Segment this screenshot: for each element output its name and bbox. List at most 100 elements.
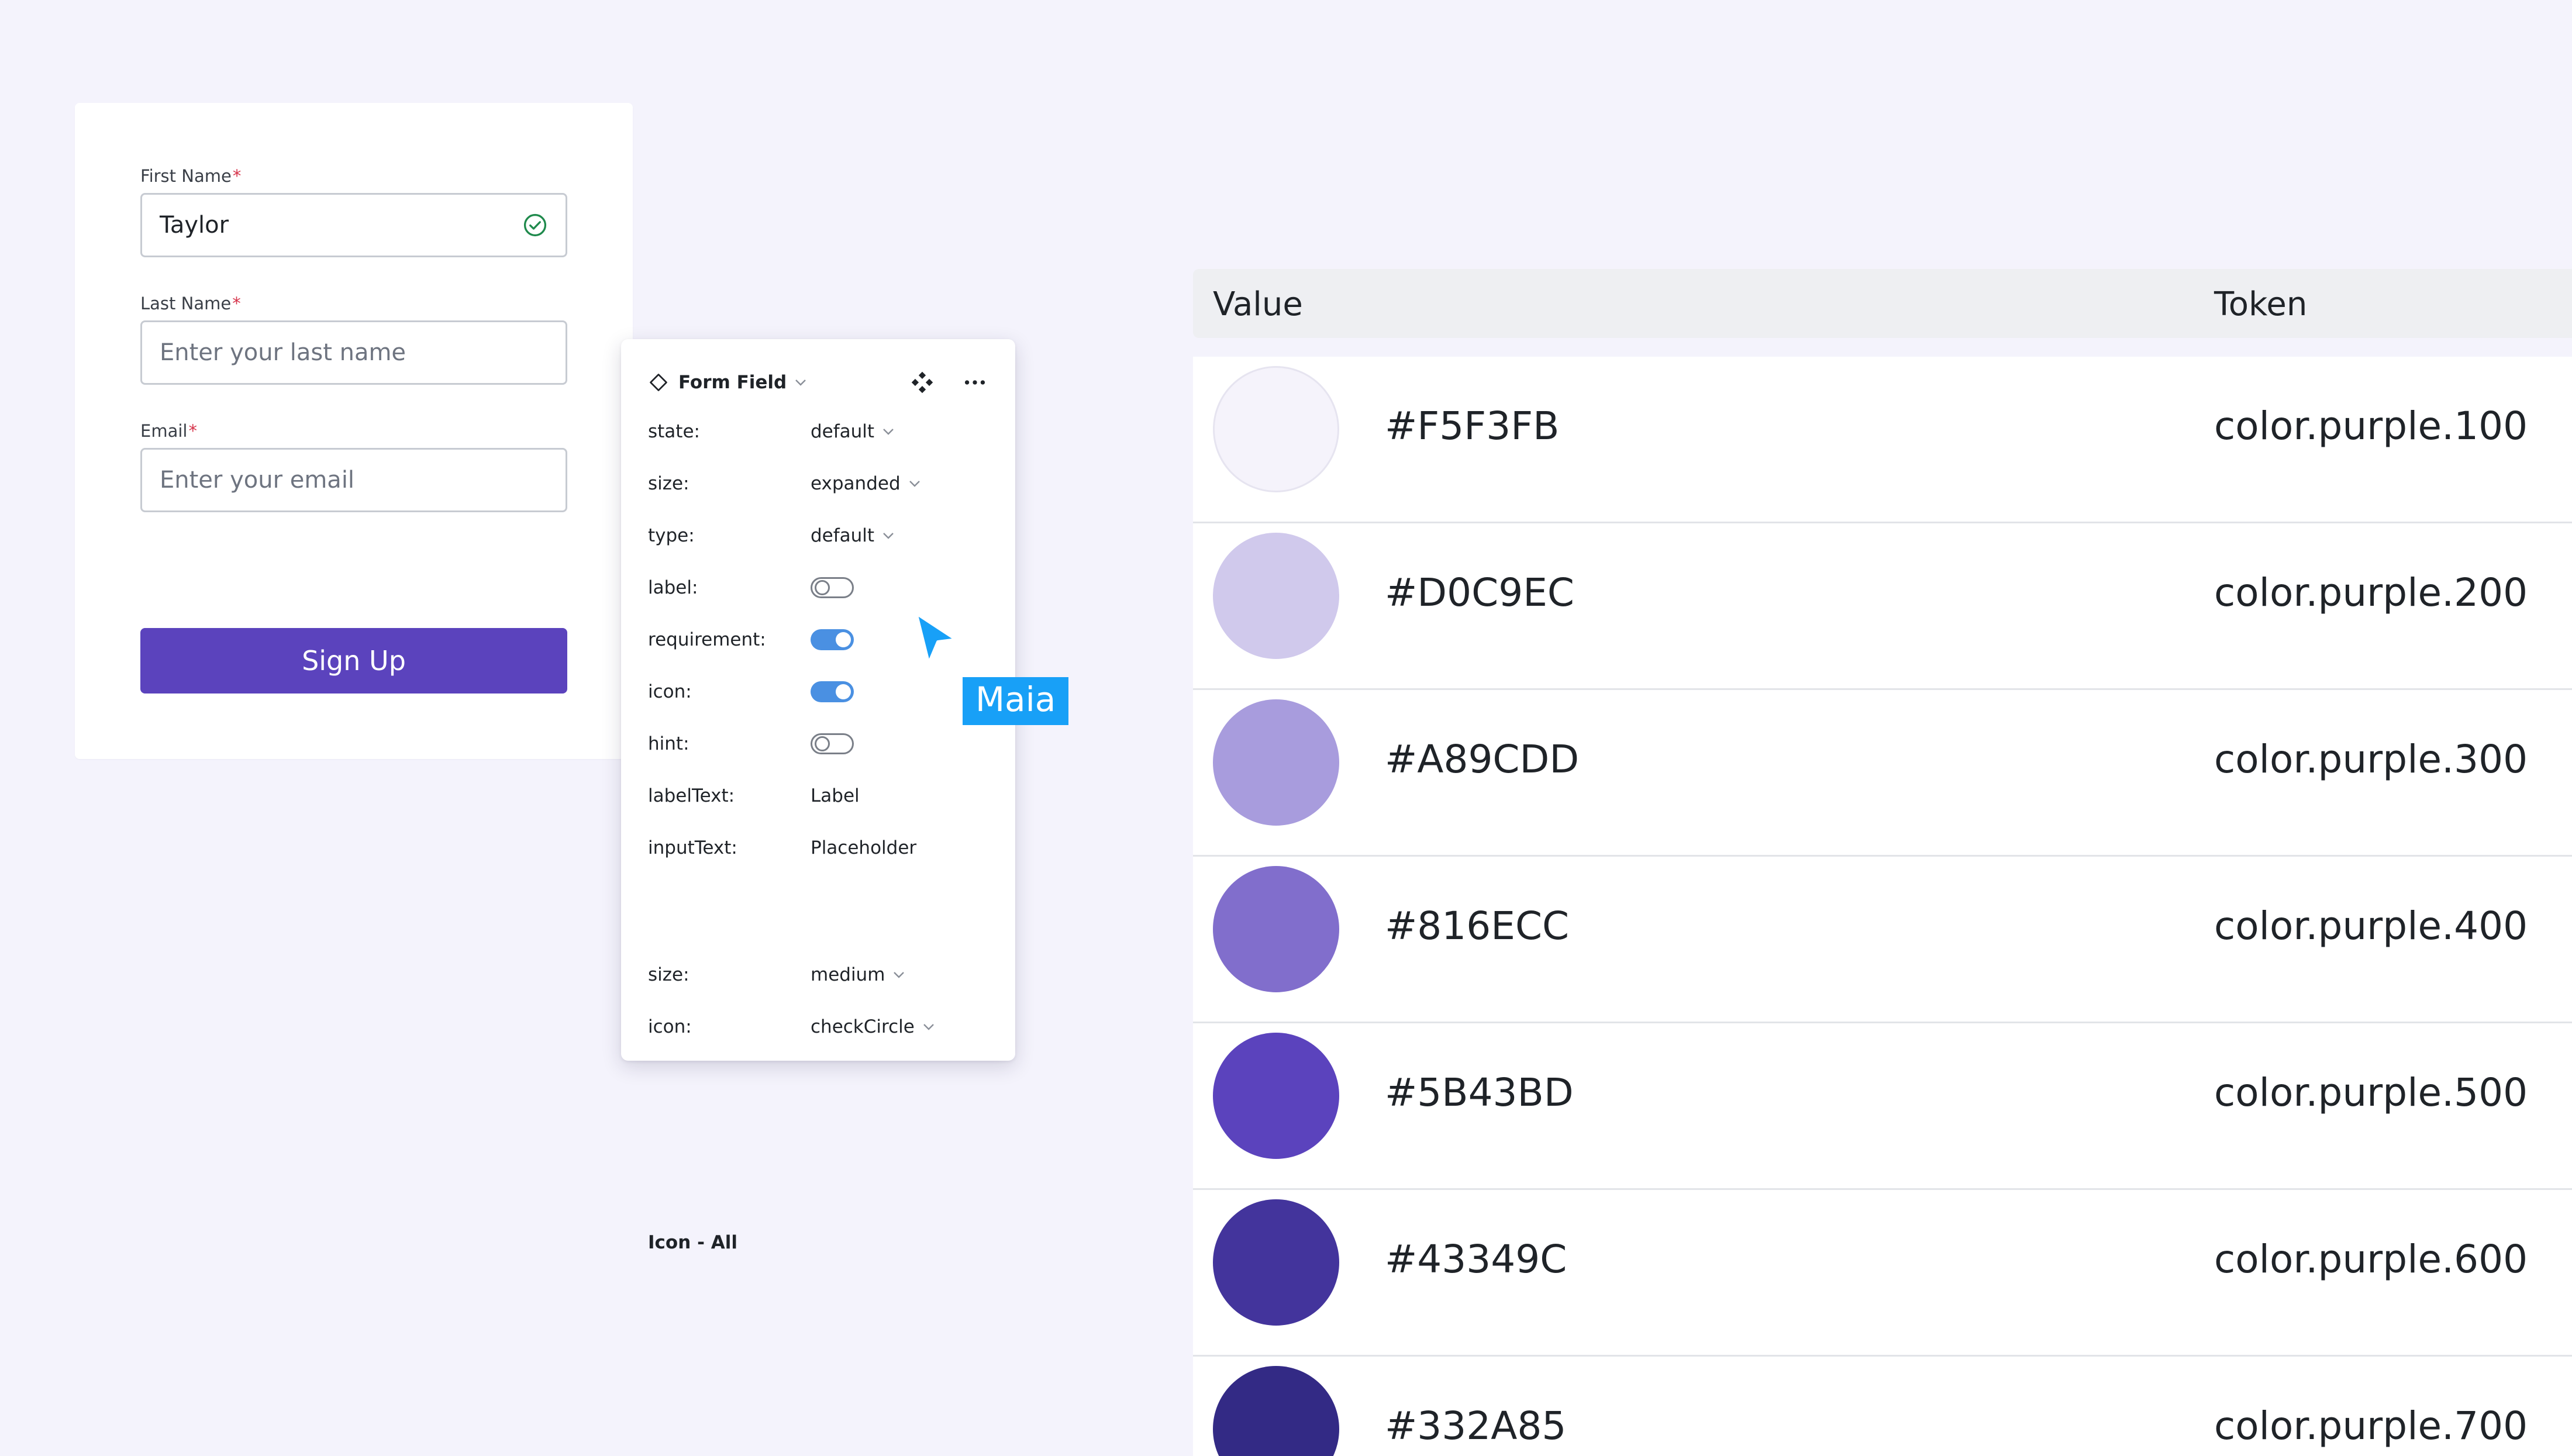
component-instance-icon[interactable] bbox=[909, 369, 936, 396]
color-hex-value: #43349C bbox=[1385, 1237, 1567, 1282]
property-row: inputText: Placeholder bbox=[648, 833, 993, 862]
property-name: hint: bbox=[648, 733, 689, 754]
property-row: labelText: Label bbox=[648, 781, 993, 810]
color-hex-value: #332A85 bbox=[1385, 1403, 1567, 1448]
property-text-value[interactable]: Placeholder bbox=[811, 837, 916, 858]
toggle-knob bbox=[836, 684, 851, 699]
property-name: label: bbox=[648, 577, 698, 598]
required-mark: * bbox=[232, 294, 241, 313]
chevron-down-icon[interactable] bbox=[882, 427, 894, 436]
color-swatch bbox=[1213, 699, 1339, 826]
color-hex-value: #F5F3FB bbox=[1385, 403, 1560, 448]
panel-header: Form Field bbox=[648, 365, 988, 400]
component-name: Form Field bbox=[678, 372, 787, 393]
token-row: #332A85 color.purple.700 bbox=[1193, 1357, 2572, 1456]
component-properties-panel: Form Field state: default size: expanded typ… bbox=[621, 339, 1015, 1253]
last-name-field[interactable]: Enter your last name bbox=[140, 320, 567, 385]
property-value: expanded bbox=[811, 473, 901, 494]
color-swatch bbox=[1213, 866, 1339, 992]
check-circle-icon bbox=[523, 213, 547, 237]
signup-form-card: First Name* Taylor Last Name* Enter your… bbox=[75, 103, 633, 759]
collaborator-name-tag: Maia bbox=[963, 677, 1069, 725]
chevron-down-icon[interactable] bbox=[923, 1023, 935, 1031]
color-token-name: color.purple.300 bbox=[2214, 737, 2528, 782]
diamond-icon bbox=[650, 374, 667, 391]
token-row: #5B43BD color.purple.500 bbox=[1193, 1023, 2572, 1190]
property-name: size: bbox=[648, 964, 689, 985]
token-row: #D0C9EC color.purple.200 bbox=[1193, 523, 2572, 690]
chevron-down-icon[interactable] bbox=[882, 532, 894, 540]
sign-up-button[interactable]: Sign Up bbox=[140, 628, 567, 694]
token-row: #F5F3FB color.purple.100 bbox=[1193, 357, 2572, 523]
property-dropdown[interactable]: default bbox=[811, 421, 894, 442]
color-token-name: color.purple.500 bbox=[2214, 1070, 2528, 1115]
property-row: type: default bbox=[648, 521, 993, 550]
toggle-knob bbox=[836, 632, 851, 647]
first-name-field[interactable]: Taylor bbox=[140, 193, 567, 257]
property-dropdown[interactable]: default bbox=[811, 525, 894, 546]
property-row: label: bbox=[648, 573, 993, 602]
property-name: type: bbox=[648, 525, 695, 546]
toggle-switch[interactable] bbox=[811, 681, 854, 702]
property-row: hint: bbox=[648, 729, 993, 758]
collaborator-cursor-icon bbox=[914, 611, 959, 666]
token-row: #A89CDD color.purple.300 bbox=[1193, 690, 2572, 857]
property-name: icon: bbox=[648, 1016, 692, 1037]
property-toggle[interactable] bbox=[811, 577, 854, 598]
email-field[interactable]: Enter your email bbox=[140, 448, 567, 512]
first-name-label: First Name* bbox=[140, 166, 242, 186]
color-swatch bbox=[1213, 366, 1339, 492]
color-token-name: color.purple.700 bbox=[2214, 1403, 2528, 1448]
color-hex-value: #816ECC bbox=[1385, 903, 1570, 948]
chevron-down-icon[interactable] bbox=[795, 378, 806, 387]
property-toggle[interactable] bbox=[811, 681, 854, 702]
first-name-value: Taylor bbox=[160, 212, 229, 239]
token-row: #43349C color.purple.600 bbox=[1193, 1190, 2572, 1357]
column-header-value: Value bbox=[1213, 285, 1303, 323]
property-dropdown[interactable]: expanded bbox=[811, 473, 920, 494]
property-row: size: medium bbox=[648, 960, 993, 989]
property-row: state: default bbox=[648, 417, 993, 446]
chevron-down-icon[interactable] bbox=[909, 479, 920, 488]
required-mark: * bbox=[232, 166, 242, 186]
email-placeholder: Enter your email bbox=[160, 467, 355, 494]
more-options-icon[interactable] bbox=[961, 369, 988, 396]
chevron-down-icon[interactable] bbox=[893, 971, 905, 979]
property-value: checkCircle bbox=[811, 1016, 915, 1037]
email-label: Email* bbox=[140, 421, 197, 441]
color-swatch bbox=[1213, 1366, 1339, 1456]
property-row: size: expanded bbox=[648, 469, 993, 498]
property-name: requirement: bbox=[648, 629, 766, 650]
color-swatch bbox=[1213, 1199, 1339, 1326]
token-row: #816ECC color.purple.400 bbox=[1193, 857, 2572, 1023]
property-toggle[interactable] bbox=[811, 629, 854, 650]
property-text-value[interactable]: Label bbox=[811, 785, 860, 806]
color-token-table: Value Token #F5F3FB color.purple.100 #D0C9… bbox=[1193, 269, 2572, 1456]
property-value: medium bbox=[811, 964, 885, 985]
property-name: icon: bbox=[648, 681, 692, 702]
property-value: default bbox=[811, 421, 875, 442]
property-name: state: bbox=[648, 421, 700, 442]
toggle-knob bbox=[815, 736, 830, 751]
property-name: size: bbox=[648, 473, 689, 494]
property-dropdown[interactable]: medium bbox=[811, 964, 905, 985]
color-token-name: color.purple.400 bbox=[2214, 903, 2528, 948]
last-name-label: Last Name* bbox=[140, 294, 241, 313]
property-value: default bbox=[811, 525, 875, 546]
toggle-knob bbox=[815, 580, 830, 595]
column-header-token: Token bbox=[2214, 285, 2308, 323]
color-token-name: color.purple.200 bbox=[2214, 570, 2528, 615]
toggle-switch[interactable] bbox=[811, 733, 854, 754]
color-swatch bbox=[1213, 1033, 1339, 1159]
color-hex-value: #5B43BD bbox=[1385, 1070, 1574, 1115]
toggle-switch[interactable] bbox=[811, 577, 854, 598]
property-row: icon: checkCircle bbox=[648, 1012, 993, 1041]
property-row: icon: bbox=[648, 677, 993, 706]
property-dropdown[interactable]: checkCircle bbox=[811, 1016, 935, 1037]
last-name-placeholder: Enter your last name bbox=[160, 339, 406, 366]
color-token-name: color.purple.100 bbox=[2214, 403, 2528, 448]
color-token-name: color.purple.600 bbox=[2214, 1237, 2528, 1282]
toggle-switch[interactable] bbox=[811, 629, 854, 650]
required-mark: * bbox=[188, 421, 197, 441]
property-toggle[interactable] bbox=[811, 733, 854, 754]
